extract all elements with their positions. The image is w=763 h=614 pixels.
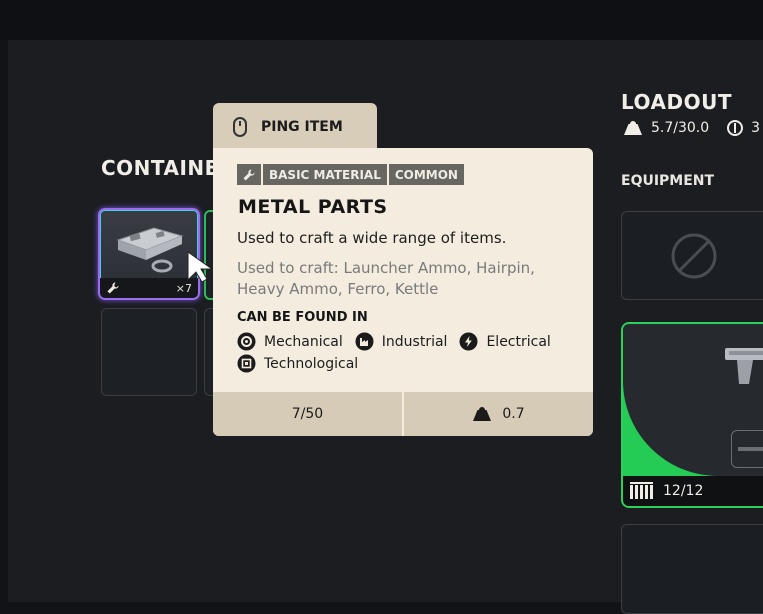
weight-icon	[473, 407, 492, 421]
item-name: METAL PARTS	[238, 196, 388, 218]
used-to-craft: Used to craft: Launcher Ammo, Hairpin, H…	[237, 258, 577, 300]
equipment-slot-empty[interactable]	[621, 211, 763, 300]
equipment-title: EQUIPMENT	[621, 173, 715, 189]
location-label: Electrical	[486, 333, 551, 350]
equipment-slot[interactable]	[621, 524, 763, 614]
location-mechanical: Mechanical	[237, 332, 343, 351]
location-electrical: Electrical	[459, 332, 551, 351]
gear-icon	[237, 332, 256, 351]
location-label: Industrial	[381, 333, 448, 350]
tooltip-footer: 7/50 0.7	[213, 392, 593, 436]
item-tooltip: BASIC MATERIAL COMMON METAL PARTS Used t…	[213, 148, 593, 436]
stat-icon	[727, 120, 744, 136]
loadout-stats: 5.7/30.0 3	[623, 120, 760, 136]
weapon-ammo-bar: 12/12	[623, 476, 763, 506]
mouse-icon	[233, 116, 247, 137]
stack-size: 7/50	[213, 392, 402, 436]
found-in-title: CAN BE FOUND IN	[237, 310, 368, 325]
cursor-icon	[187, 251, 214, 283]
item-description: Used to craft a wide range of items.	[237, 229, 507, 247]
no-item-icon	[671, 233, 717, 279]
top-band	[0, 0, 763, 40]
item-weight-value: 0.7	[502, 406, 525, 422]
location-label: Mechanical	[264, 333, 343, 350]
weapon-slot[interactable]: 12/12	[621, 322, 763, 508]
location-industrial: Industrial	[355, 332, 448, 351]
loadout-second-stat: 3	[751, 120, 761, 136]
location-technological: Technological	[237, 354, 358, 373]
bolt-icon	[459, 332, 478, 351]
weight-icon	[624, 121, 642, 135]
wrench-icon	[107, 282, 119, 294]
weapon-ammo-count: 12/12	[663, 483, 704, 499]
wrench-icon	[243, 168, 255, 180]
slot-footer: ×7	[100, 278, 198, 298]
location-row: Technological	[237, 354, 358, 373]
category-tag: BASIC MATERIAL	[263, 164, 387, 185]
loadout-title: LOADOUT	[621, 90, 732, 114]
weapon-mod-slot[interactable]	[731, 430, 763, 468]
weapon-image	[725, 348, 763, 384]
ping-item-label: PING ITEM	[261, 118, 343, 135]
stack-size-value: 7/50	[291, 406, 324, 422]
used-to-craft-line: Heavy Ammo, Ferro, Kettle	[237, 280, 439, 298]
used-to-craft-line: Used to craft: Launcher Ammo, Hairpin,	[237, 259, 535, 277]
rarity-tag: COMMON	[388, 164, 464, 185]
loadout-weight: 5.7/30.0	[651, 120, 710, 136]
metal-parts-image	[116, 227, 184, 273]
chip-icon	[237, 354, 256, 373]
item-type-tag	[237, 164, 261, 185]
factory-icon	[355, 332, 374, 351]
ammo-icon	[630, 482, 653, 499]
location-label: Technological	[264, 355, 359, 372]
item-tags: BASIC MATERIAL COMMON	[237, 164, 464, 185]
attachment-icon	[738, 447, 763, 451]
location-row: Mechanical Industrial Electrical	[237, 332, 551, 351]
item-weight: 0.7	[404, 392, 593, 436]
inventory-slot-empty[interactable]	[101, 308, 197, 396]
ping-item-button[interactable]: PING ITEM	[213, 103, 377, 150]
inventory-slot-metal-parts[interactable]: ×7	[98, 208, 200, 300]
